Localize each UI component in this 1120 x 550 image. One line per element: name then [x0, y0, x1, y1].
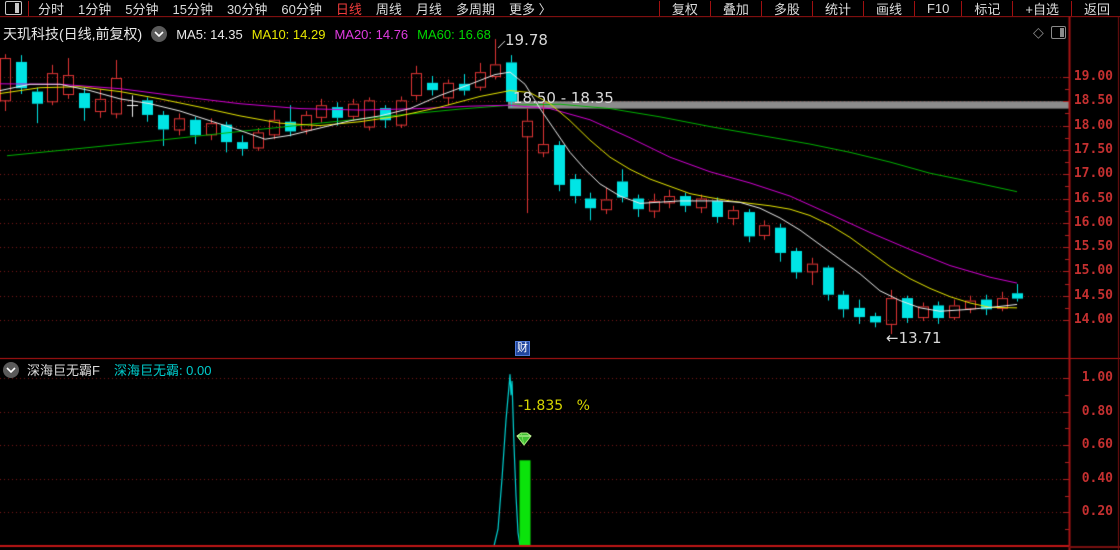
- toolbar-divider: [709, 0, 711, 16]
- toolbar-divider: [1070, 0, 1072, 16]
- tab-weekly[interactable]: 周线: [369, 0, 409, 18]
- btn-drawline[interactable]: 画线: [866, 0, 912, 18]
- tab-intraday[interactable]: 分时: [31, 0, 71, 18]
- period-toolbar: 分时 1分钟 5分钟 15分钟 30分钟 60分钟 日线 周线 月线 多周期 更多 〉 复权 叠加 多股…: [0, 0, 1120, 18]
- tab-monthly[interactable]: 月线: [409, 0, 449, 18]
- btn-add-watchlist[interactable]: +自选: [1015, 0, 1069, 18]
- toolbar-divider: [1012, 0, 1014, 16]
- ma5-label: MA5: 14.35: [176, 26, 243, 42]
- btn-statistics[interactable]: 统计: [815, 0, 861, 18]
- toolbar-divider: [961, 0, 963, 16]
- toolbar-divider: [913, 0, 915, 16]
- finance-event-marker[interactable]: 财: [515, 341, 530, 356]
- btn-multistock[interactable]: 多股: [764, 0, 810, 18]
- tab-daily[interactable]: 日线: [329, 0, 369, 18]
- toolbar-left-group: 分时 1分钟 5分钟 15分钟 30分钟 60分钟 日线 周线 月线 多周期 更多 〉: [0, 0, 559, 18]
- btn-back[interactable]: 返回: [1074, 0, 1120, 18]
- stock-title: 天玑科技(日线,前复权): [3, 26, 143, 42]
- btn-f10[interactable]: F10: [917, 1, 959, 16]
- chart-corner-tools: ◇: [1033, 25, 1066, 39]
- diamond-marker-icon[interactable]: ◇: [1033, 25, 1044, 39]
- tab-5min[interactable]: 5分钟: [118, 0, 165, 18]
- tab-30min[interactable]: 30分钟: [220, 0, 274, 18]
- indicator-header: 深海巨无霸F 深海巨无霸: 0.00: [3, 360, 211, 379]
- btn-overlay[interactable]: 叠加: [713, 0, 759, 18]
- layout-toggle-icon[interactable]: [5, 1, 22, 15]
- tab-multiperiod[interactable]: 多周期: [449, 0, 502, 18]
- indicator-collapse-icon[interactable]: [3, 361, 19, 378]
- tab-1min[interactable]: 1分钟: [71, 0, 118, 18]
- tab-more[interactable]: 更多 〉: [502, 0, 559, 18]
- toolbar-right-group: 复权 叠加 多股 统计 画线 F10 标记 +自选 返回: [657, 0, 1120, 18]
- indicator-name[interactable]: 深海巨无霸F: [27, 360, 100, 379]
- low-price-annotation: ←13.71: [886, 329, 942, 347]
- ma10-label: MA10: 14.29: [251, 26, 326, 42]
- toolbar-divider: [811, 0, 813, 16]
- toolbar-divider: [760, 0, 762, 16]
- gap-price-annotation: 18.50 - 18.35: [513, 89, 614, 107]
- toolbar-divider: [658, 0, 660, 16]
- btn-adjust[interactable]: 复权: [662, 0, 708, 18]
- collapse-chevron-icon[interactable]: [151, 26, 168, 42]
- trading-terminal: { "toolbar": { "left_items": [ {"name":"…: [0, 0, 1120, 550]
- panel-layout-icon[interactable]: [1050, 25, 1066, 39]
- tab-60min[interactable]: 60分钟: [274, 0, 328, 18]
- indicator-annotation: -1.835 %: [518, 398, 590, 414]
- ma20-label: MA20: 14.76: [334, 26, 409, 42]
- chart-canvas[interactable]: [0, 0, 1120, 550]
- toolbar-divider: [28, 0, 29, 16]
- ma60-label: MA60: 16.68: [417, 26, 491, 42]
- chart-header: 天玑科技(日线,前复权) MA5: 14.35 MA10: 14.29 MA20…: [3, 24, 491, 44]
- peak-price-annotation: 19.78: [505, 31, 548, 49]
- indicator-value: 深海巨无霸: 0.00: [113, 363, 212, 378]
- toolbar-divider: [862, 0, 864, 16]
- signal-diamond-icon: [515, 432, 533, 451]
- btn-mark[interactable]: 标记: [964, 0, 1010, 18]
- tab-15min[interactable]: 15分钟: [165, 0, 219, 18]
